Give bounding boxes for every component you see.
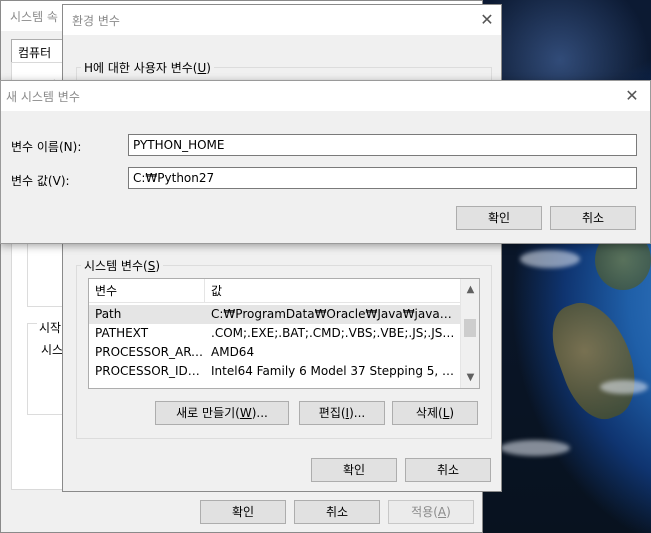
variable-value-input[interactable]: C:₩Python27: [128, 167, 637, 189]
wallpaper-cloud: [600, 380, 648, 394]
close-icon[interactable]: ✕: [621, 85, 643, 107]
column-header-value[interactable]: 값: [205, 279, 461, 303]
apply-label: 적용(: [411, 505, 438, 519]
variable-name: PATHEXT: [95, 326, 149, 340]
delete-label-end: ): [449, 406, 455, 420]
new-accelerator: W: [239, 406, 252, 420]
chevron-up-icon[interactable]: ▲: [461, 281, 479, 298]
ok-button[interactable]: 확인: [311, 458, 397, 482]
delete-variable-button[interactable]: 삭제(L): [392, 401, 478, 425]
variable-value: Intel64 Family 6 Model 37 Stepping 5, Ge…: [211, 364, 459, 378]
variable-name-label: 변수 이름(N):: [11, 140, 82, 154]
vertical-scrollbar[interactable]: ▲ ▼: [460, 279, 479, 388]
edit-variable-button[interactable]: 편집(I)...: [299, 401, 385, 425]
table-row[interactable]: PATHEXT .COM;.EXE;.BAT;.CMD;.VBS;.VBE;.J…: [89, 324, 461, 343]
user-variables-group-title: H에 대한 사용자 변수(U): [81, 59, 214, 76]
group-fragment: [27, 237, 63, 307]
dialog-title: 새 시스템 변수: [6, 90, 80, 104]
new-system-variable-dialog: 새 시스템 변수 ✕ 변수 이름(N): PYTHON_HOME 변수 값(V)…: [0, 80, 651, 244]
group-fragment: [27, 323, 63, 415]
variable-value: C:₩ProgramData₩Oracle₩Java₩javapath;C:..…: [211, 307, 459, 321]
new-label: 새로 만들기(: [176, 406, 240, 420]
delete-label: 삭제(: [415, 406, 443, 420]
table-row[interactable]: PROCESSOR_IDEN... Intel64 Family 6 Model…: [89, 362, 461, 381]
environment-variables-window: 환경 변수 ✕ H에 대한 사용자 변수(U) 시스템 변수(S) 변수 값 P…: [62, 4, 502, 492]
ok-button[interactable]: 확인: [200, 500, 286, 524]
wallpaper-cloud: [500, 440, 570, 456]
table-row[interactable]: PROCESSOR_ARC... AMD64: [89, 343, 461, 362]
system-variables-list[interactable]: 변수 값 Path C:₩ProgramData₩Oracle₩Java₩jav…: [88, 278, 480, 389]
table-row[interactable]: Path C:₩ProgramData₩Oracle₩Java₩javapath…: [89, 305, 461, 324]
apply-label-end: ): [446, 505, 451, 519]
group-title-fragment: 시작: [37, 319, 64, 336]
new-variable-button[interactable]: 새로 만들기(W)...: [155, 401, 289, 425]
variable-name: PROCESSOR_IDEN...: [95, 364, 203, 378]
window-title: 시스템 속: [10, 10, 58, 24]
scrollbar-thumb[interactable]: [464, 319, 476, 337]
wallpaper-cloud: [520, 250, 580, 268]
system-group-label-end: ): [155, 259, 161, 273]
column-header-variable[interactable]: 변수: [89, 279, 205, 303]
system-variables-group-title: 시스템 변수(S): [81, 257, 164, 274]
list-header: 변수 값: [89, 279, 461, 303]
cancel-button[interactable]: 취소: [294, 500, 380, 524]
variable-value-label: 변수 값(V):: [11, 174, 70, 188]
new-label-end: )...: [251, 406, 268, 420]
environment-variables-titlebar: 환경 변수 ✕: [63, 5, 501, 35]
window-title: 환경 변수: [72, 14, 120, 28]
new-system-variable-titlebar: 새 시스템 변수 ✕: [1, 81, 650, 111]
variable-name-input[interactable]: PYTHON_HOME: [128, 134, 637, 156]
chevron-down-icon[interactable]: ▼: [461, 369, 479, 386]
apply-button[interactable]: 적용(A): [388, 500, 474, 524]
system-group-label: 시스템 변수(: [84, 259, 148, 273]
variable-value: AMD64: [211, 345, 255, 359]
close-icon[interactable]: ✕: [476, 9, 498, 31]
edit-label-end: )...: [349, 406, 366, 420]
text-fragment: 시스: [41, 343, 64, 357]
variable-value: .COM;.EXE;.BAT;.CMD;.VBS;.VBE;.JS;.JSE;.…: [211, 326, 459, 340]
edit-label: 편집(: [318, 406, 346, 420]
cancel-button[interactable]: 취소: [405, 458, 491, 482]
user-group-label-end: ): [206, 61, 211, 75]
variable-name: Path: [95, 307, 122, 321]
user-group-label: H에 대한 사용자 변수(: [84, 61, 198, 75]
ok-button[interactable]: 확인: [456, 206, 542, 230]
variable-name: PROCESSOR_ARC...: [95, 345, 203, 359]
cancel-button[interactable]: 취소: [550, 206, 636, 230]
apply-accelerator: A: [437, 505, 447, 519]
user-group-accelerator: U: [197, 61, 207, 75]
